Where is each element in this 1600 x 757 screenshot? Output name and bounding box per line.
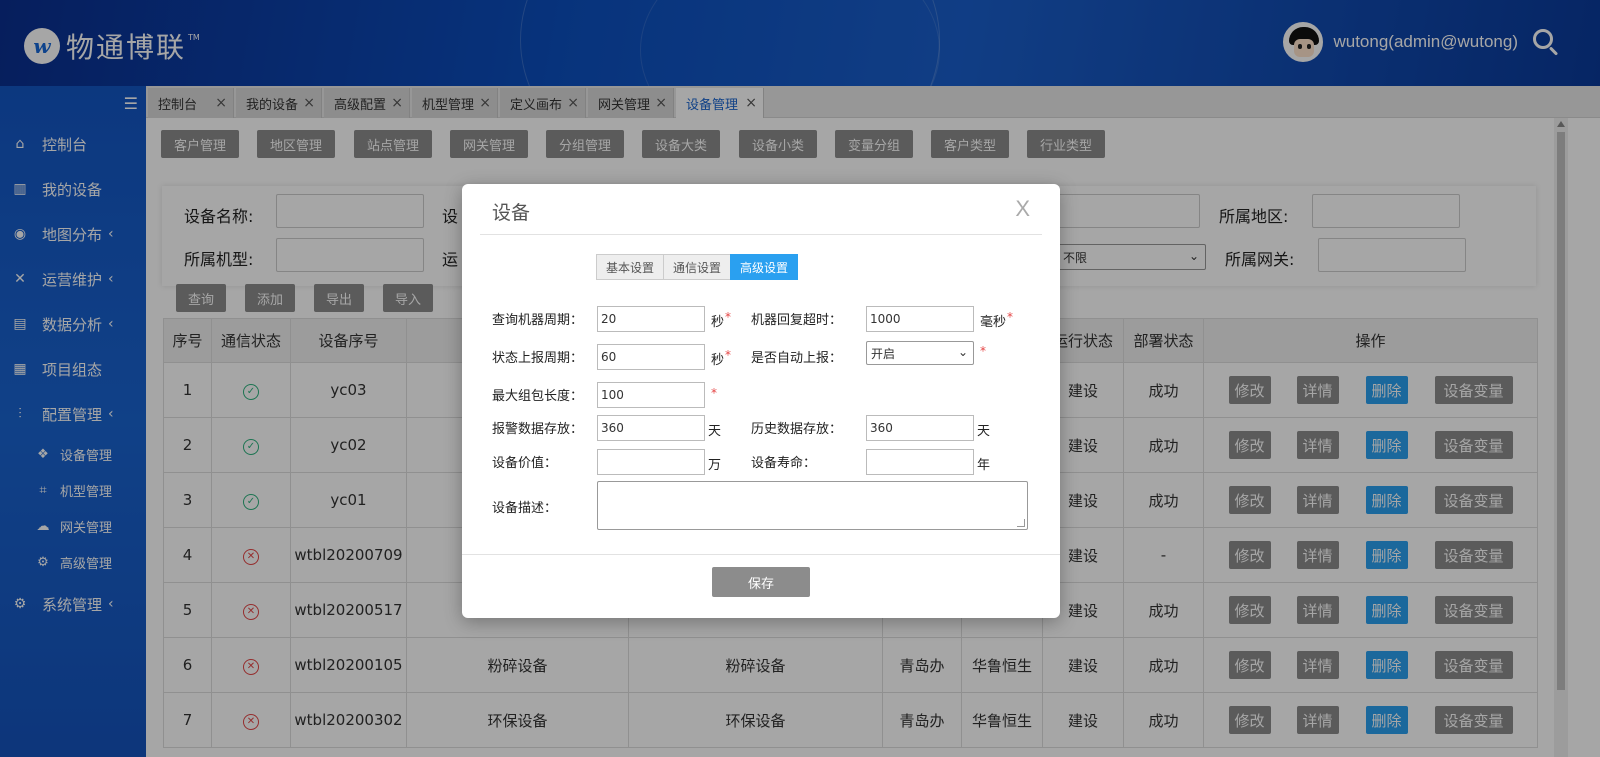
reply-timeout-unit: 毫秒 xyxy=(980,315,1007,330)
history-store-unit: 天 xyxy=(977,424,991,439)
reply-timeout-input[interactable]: 1000 xyxy=(866,306,974,332)
tab-advanced-settings[interactable]: 高级设置 xyxy=(730,254,798,280)
device-desc-label: 设备描述： xyxy=(492,501,558,516)
report-period-unit: 秒 xyxy=(711,353,725,368)
resize-handle-icon[interactable] xyxy=(1017,519,1025,527)
history-store-input[interactable]: 360 xyxy=(866,415,974,441)
chevron-down-icon: ⌄ xyxy=(957,345,968,359)
divider xyxy=(480,234,1042,235)
device-life-input[interactable] xyxy=(866,449,974,475)
required-mark: * xyxy=(1007,310,1013,324)
max-packet-input[interactable]: 100 xyxy=(597,382,705,408)
alarm-store-unit: 天 xyxy=(708,424,722,439)
tab-basic-settings[interactable]: 基本设置 xyxy=(596,254,664,280)
alarm-store-input[interactable]: 360 xyxy=(597,415,705,441)
required-mark: * xyxy=(725,310,731,324)
tab-comm-settings[interactable]: 通信设置 xyxy=(663,254,731,280)
required-mark: * xyxy=(711,386,717,400)
query-period-label: 查询机器周期： xyxy=(492,313,584,328)
reply-timeout-label: 机器回复超时： xyxy=(751,313,843,328)
report-period-input[interactable]: 60 xyxy=(597,344,705,370)
save-button[interactable]: 保存 xyxy=(712,567,810,597)
query-period-unit: 秒 xyxy=(711,315,725,330)
history-store-label: 历史数据存放： xyxy=(751,422,843,437)
report-period-label: 状态上报周期： xyxy=(492,351,584,366)
max-packet-label: 最大组包长度： xyxy=(492,389,584,404)
required-mark: * xyxy=(725,348,731,362)
divider xyxy=(462,554,1060,555)
device-value-input[interactable] xyxy=(597,449,705,475)
close-icon[interactable]: X xyxy=(1015,196,1030,222)
query-period-input[interactable]: 20 xyxy=(597,306,705,332)
auto-report-value: 开启 xyxy=(871,346,896,361)
device-life-label: 设备寿命： xyxy=(751,456,817,471)
auto-report-select[interactable]: 开启 ⌄ xyxy=(866,341,974,365)
device-value-unit: 万 xyxy=(708,458,722,473)
modal-title: 设备 xyxy=(492,202,531,224)
device-life-unit: 年 xyxy=(977,458,991,473)
alarm-store-label: 报警数据存放： xyxy=(492,422,584,437)
device-value-label: 设备价值： xyxy=(492,456,558,471)
device-desc-textarea[interactable] xyxy=(597,481,1028,530)
device-modal: 设备 X 基本设置 通信设置 高级设置 查询机器周期： 20 秒 * 机器回复超… xyxy=(462,184,1060,618)
auto-report-label: 是否自动上报： xyxy=(751,351,843,366)
required-mark: * xyxy=(980,344,986,358)
